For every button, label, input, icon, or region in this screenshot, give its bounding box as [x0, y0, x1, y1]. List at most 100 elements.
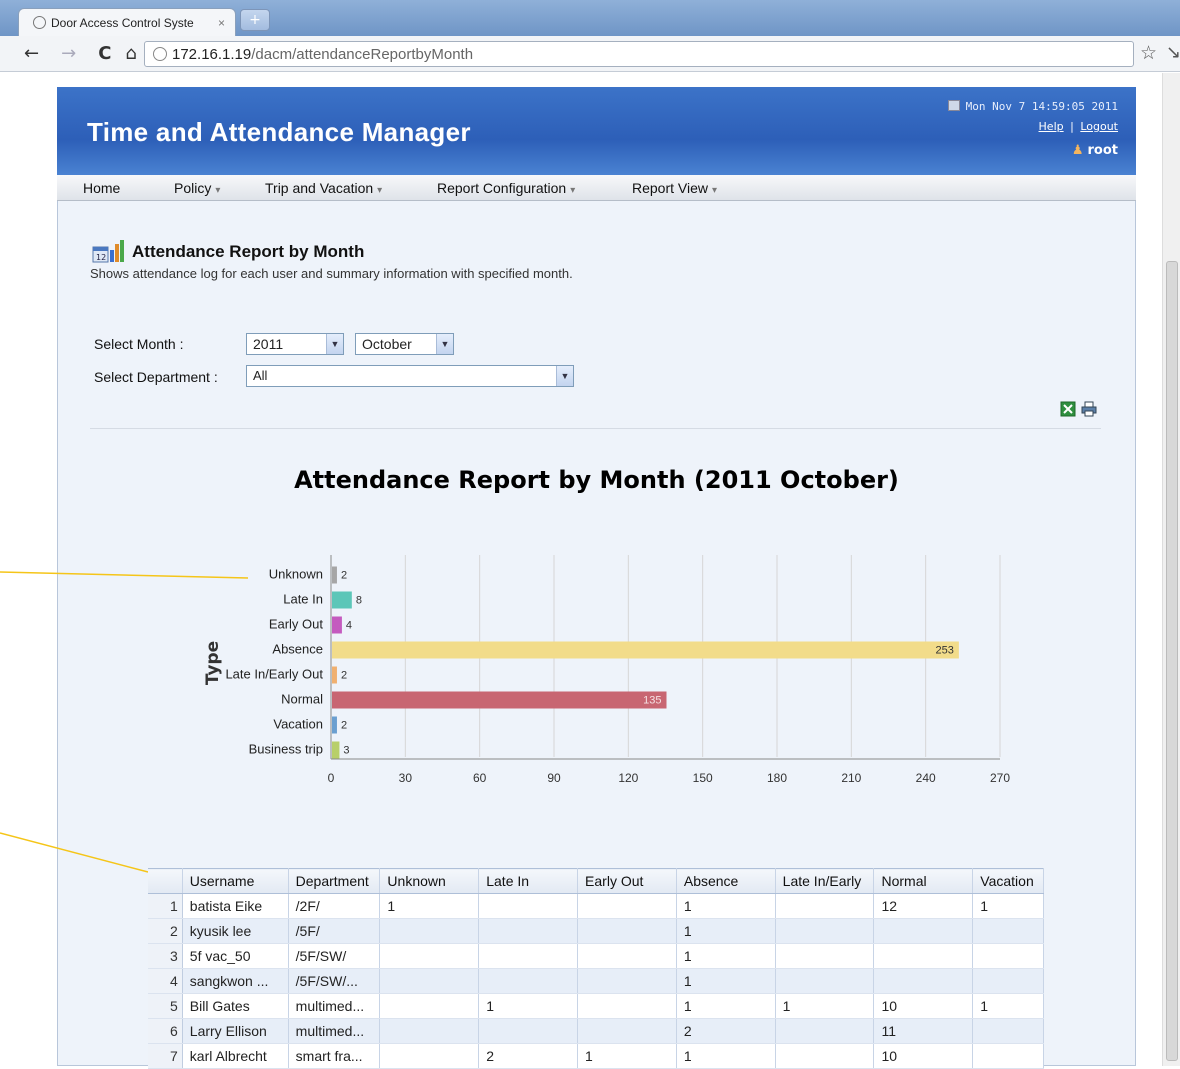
- table-row[interactable]: 2 kyusik lee/5F/1: [148, 918, 1044, 944]
- url-host: 172.16.1.19: [172, 45, 252, 63]
- table-row[interactable]: 6 Larry Ellison multimed... 2 11: [148, 1018, 1044, 1044]
- column-header[interactable]: Absence: [676, 868, 776, 894]
- month-select[interactable]: October ▼: [355, 333, 454, 355]
- row-number: 5: [148, 993, 183, 1019]
- table-header-row: Username Department Unknown Late In Early Ou…: [148, 868, 1044, 894]
- chart-title: Attendance Report by Month (2011 October…: [294, 466, 899, 494]
- x-tick-label: 150: [693, 771, 713, 785]
- table-cell: [775, 943, 875, 969]
- row-number: 2: [148, 918, 183, 944]
- header-links: Help | Logout: [1039, 120, 1118, 133]
- menu-policy[interactable]: Policy ▾: [174, 180, 220, 196]
- wrench-icon[interactable]: ↘: [1166, 42, 1180, 63]
- table-cell: multimed...: [288, 1018, 381, 1044]
- reload-icon[interactable]: C: [98, 43, 111, 64]
- table-cell: /5F/: [288, 918, 381, 944]
- column-header[interactable]: Late In: [478, 868, 579, 894]
- column-header[interactable]: Vacation: [972, 868, 1044, 894]
- excel-export-icon[interactable]: [1060, 401, 1076, 417]
- back-arrow-icon[interactable]: ←: [24, 43, 39, 64]
- chevron-down-icon[interactable]: ▼: [436, 334, 453, 354]
- table-cell: /2F/: [288, 893, 381, 919]
- column-header[interactable]: Early Out: [577, 868, 677, 894]
- table-cell: 1: [577, 1043, 677, 1069]
- select-department-label: Select Department :: [94, 369, 218, 385]
- table-cell: 1: [676, 893, 776, 919]
- menu-report-configuration[interactable]: Report Configuration ▾: [437, 180, 575, 196]
- column-header[interactable]: Unknown: [379, 868, 480, 894]
- department-select[interactable]: All ▼: [246, 365, 574, 387]
- category-label: Unknown: [269, 567, 323, 582]
- x-tick-label: 0: [328, 771, 335, 785]
- page-info-icon: [153, 47, 167, 61]
- browser-tab[interactable]: Door Access Control Syste ×: [18, 8, 236, 36]
- table-cell: [972, 968, 1044, 994]
- new-tab-button[interactable]: +: [240, 9, 270, 31]
- svg-text:12: 12: [96, 253, 106, 262]
- x-tick-label: 270: [990, 771, 1010, 785]
- scrollbar-thumb[interactable]: [1166, 261, 1178, 1061]
- x-tick-label: 60: [473, 771, 487, 785]
- menu-trip-vacation[interactable]: Trip and Vacation ▾: [265, 180, 382, 196]
- clock-icon: [947, 100, 960, 111]
- table-cell: [577, 968, 677, 994]
- app-header: Time and Attendance Manager Mon Nov 7 14…: [57, 87, 1136, 175]
- logout-link[interactable]: Logout: [1080, 120, 1118, 133]
- chevron-down-icon[interactable]: ▼: [556, 366, 573, 386]
- browser-tabstrip: Door Access Control Syste × +: [0, 0, 1180, 36]
- divider: [90, 428, 1101, 429]
- bar: [332, 691, 667, 709]
- close-tab-icon[interactable]: ×: [218, 16, 225, 30]
- menu-report-view-label: Report View: [632, 180, 709, 196]
- data-label: 253: [936, 645, 954, 657]
- table-cell: [873, 918, 974, 944]
- menu-home[interactable]: Home: [83, 180, 120, 196]
- column-header[interactable]: Department: [288, 868, 381, 894]
- table-cell: [577, 893, 677, 919]
- department-value: All: [253, 368, 268, 383]
- table-cell: [775, 1043, 875, 1069]
- category-label: Early Out: [269, 617, 324, 632]
- table-row[interactable]: 5 Bill Gates multimed... 1 1 1 10 1: [148, 993, 1044, 1019]
- tab-title: Door Access Control Syste: [51, 15, 194, 30]
- forward-arrow-icon[interactable]: →: [61, 43, 76, 64]
- year-select[interactable]: 2011 ▼: [246, 333, 344, 355]
- link-separator: |: [1070, 120, 1074, 133]
- attendance-table: Username Department Unknown Late In Early Ou…: [148, 868, 1044, 1069]
- table-cell: 2: [478, 1043, 579, 1069]
- column-header[interactable]: Late In/Early: [775, 868, 875, 894]
- server-datetime: Mon Nov 7 14:59:05 2011: [947, 100, 1118, 113]
- month-value: October: [362, 336, 412, 352]
- data-label: 2: [341, 570, 347, 582]
- table-row[interactable]: 4 sangkwon .../5F/SW/... 1: [148, 968, 1044, 994]
- chevron-down-icon: ▾: [712, 185, 718, 196]
- table-cell: 1: [676, 943, 776, 969]
- column-header[interactable]: Normal: [873, 868, 974, 894]
- row-number: 6: [148, 1018, 183, 1044]
- table-row[interactable]: 7 karl Albrecht smart fra... 2 1 1 10: [148, 1043, 1044, 1069]
- star-icon[interactable]: ☆: [1140, 42, 1157, 64]
- data-label: 4: [346, 620, 352, 632]
- table-row[interactable]: 1 batista Eike/2F/1 1 12 1: [148, 893, 1044, 919]
- print-icon[interactable]: [1081, 401, 1097, 417]
- table-cell: [775, 918, 875, 944]
- url-path: /dacm/attendanceReportbyMonth: [251, 45, 474, 63]
- username: root: [1087, 143, 1119, 158]
- table-cell: [972, 918, 1044, 944]
- vertical-scrollbar[interactable]: [1162, 73, 1180, 1066]
- address-bar[interactable]: 172.16.1.19/dacm/attendanceReportbyMonth: [144, 41, 1134, 67]
- chevron-down-icon: ▾: [215, 185, 221, 196]
- home-icon[interactable]: ⌂: [125, 43, 136, 64]
- x-tick-label: 240: [916, 771, 936, 785]
- menu-report-view[interactable]: Report View ▾: [632, 180, 717, 196]
- table-cell: 1: [972, 893, 1044, 919]
- column-header[interactable]: Username: [182, 868, 289, 894]
- table-row[interactable]: 3 5f vac_50/5F/SW/1: [148, 943, 1044, 969]
- help-link[interactable]: Help: [1039, 120, 1064, 133]
- chevron-down-icon[interactable]: ▼: [326, 334, 343, 354]
- category-label: Business trip: [249, 742, 323, 757]
- table-cell: [577, 943, 677, 969]
- table-cell: kyusik lee: [182, 918, 289, 944]
- bar: [332, 566, 337, 584]
- globe-icon: [33, 16, 46, 29]
